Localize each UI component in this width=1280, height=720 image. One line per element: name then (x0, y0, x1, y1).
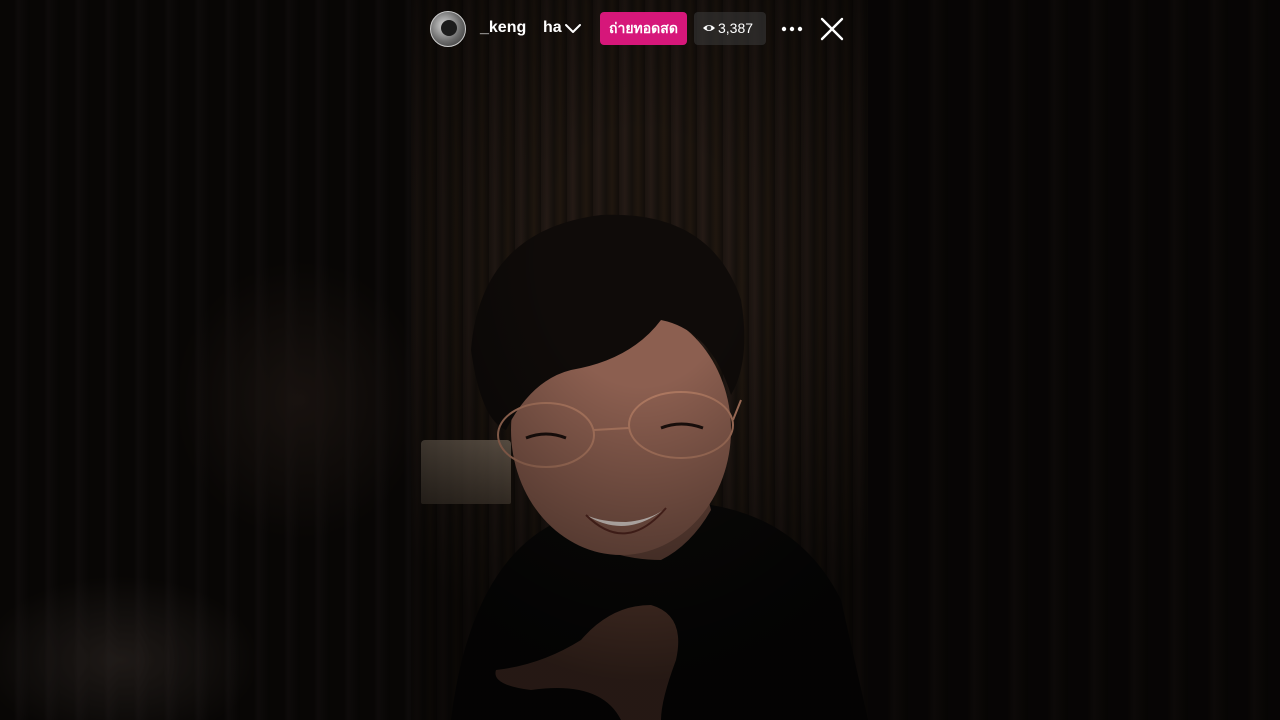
viewer-count-badge[interactable]: 3,387 (694, 12, 766, 45)
video-vignette (411, 0, 868, 720)
live-video-feed[interactable] (411, 0, 868, 720)
chevron-down-icon[interactable] (563, 18, 583, 38)
blurred-background-right (868, 0, 1280, 720)
live-badge: ถ่ายทอดสด (600, 12, 687, 45)
blurred-background-left (0, 0, 411, 720)
eye-icon (703, 25, 715, 31)
username-suffix[interactable]: ha (543, 19, 562, 37)
live-stream-viewer: _keng ha ถ่ายทอดสด 3,387 (0, 0, 1280, 720)
viewer-count: 3,387 (718, 20, 754, 36)
live-top-bar: _keng ha ถ่ายทอดสด 3,387 (0, 0, 1280, 60)
close-icon[interactable] (818, 15, 846, 43)
avatar[interactable] (430, 11, 466, 47)
more-dots-icon[interactable] (779, 16, 805, 42)
username[interactable]: _keng (480, 19, 526, 37)
